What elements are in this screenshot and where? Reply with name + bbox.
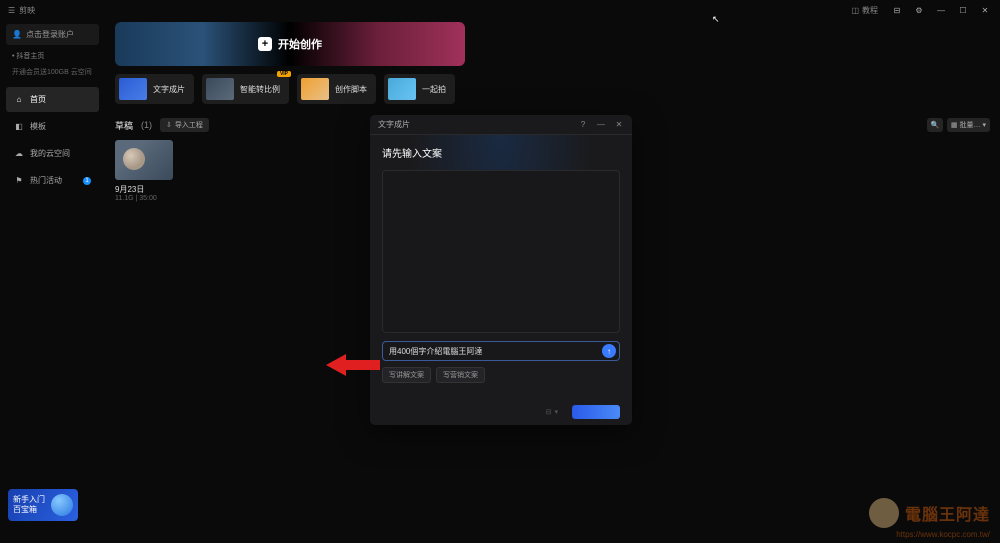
- account-info[interactable]: • 抖音主页: [6, 49, 99, 63]
- feature-thumb: [301, 78, 329, 100]
- modal-secondary-button[interactable]: ⊟ ▾: [538, 405, 566, 419]
- grid-icon: ▦: [951, 121, 958, 129]
- modal-footer: ⊟ ▾: [370, 399, 632, 425]
- feature-label: 一起拍: [422, 84, 446, 95]
- text-to-video-modal: 文字成片 ? — ✕ 请先输入文案 ↑ 写讲解文案 写营销文案 ⊟ ▾: [370, 115, 632, 425]
- feature-thumb: [388, 78, 416, 100]
- close-icon[interactable]: ✕: [978, 3, 992, 17]
- newbie-promo[interactable]: 新手入门 百宝箱: [8, 489, 78, 521]
- feature-thumb: [119, 78, 147, 100]
- nav-cloud-label: 我的云空间: [30, 148, 70, 159]
- watermark: 電腦王阿達: [869, 498, 990, 528]
- feature-label: 创作脚本: [335, 84, 367, 95]
- feature-shoot-together[interactable]: 一起拍: [384, 74, 455, 104]
- create-label: 开始创作: [278, 36, 322, 52]
- nav-home-label: 首页: [30, 94, 46, 105]
- watermark-url: https://www.kocpc.com.tw/: [896, 530, 990, 539]
- draft-title: 草稿: [115, 119, 133, 132]
- tutorial-label: 教程: [862, 5, 878, 16]
- prompt-input[interactable]: [389, 347, 597, 356]
- watermark-logo: [869, 498, 899, 528]
- chevron-down-icon: ▾: [554, 408, 558, 416]
- feature-script[interactable]: 创作脚本: [297, 74, 376, 104]
- settings-icon: ⊟: [546, 408, 552, 416]
- prompt-input-row: ↑: [382, 341, 620, 361]
- tutorial-icon: ◫: [851, 6, 859, 15]
- arrow-up-icon: ↑: [607, 347, 611, 356]
- nav-badge: 1: [83, 177, 91, 185]
- modal-close-icon[interactable]: ✕: [614, 120, 624, 129]
- chip-explainer[interactable]: 写讲解文案: [382, 367, 431, 383]
- flag-icon: ⚑: [14, 176, 24, 186]
- promo-line1: 新手入门: [13, 495, 45, 505]
- plus-icon: +: [258, 37, 272, 51]
- feature-smart-ratio[interactable]: 智能转比例 VIP: [202, 74, 289, 104]
- import-project-button[interactable]: ⇩ 导入工程: [160, 118, 209, 132]
- send-button[interactable]: ↑: [602, 344, 616, 358]
- nav-home[interactable]: ⌂ 首页: [6, 87, 99, 112]
- draft-count: (1): [141, 120, 152, 130]
- draft-card[interactable]: 9月23日 11.1G | 35:00: [115, 140, 173, 202]
- feature-label: 智能转比例: [240, 84, 280, 95]
- maximize-icon[interactable]: ☐: [956, 3, 970, 17]
- vip-badge: VIP: [277, 71, 291, 77]
- modal-textarea[interactable]: [382, 170, 620, 333]
- tutorial-link[interactable]: ◫ 教程: [847, 5, 882, 16]
- chevron-down-icon: ▾: [982, 121, 986, 129]
- nav-template[interactable]: ◧ 模板: [6, 114, 99, 139]
- sidebar: 👤 点击登录账户 • 抖音主页 开通会员送100GB 云空间 ⌂ 首页 ◧ 模板…: [0, 20, 105, 543]
- view-toggle[interactable]: ▦ 批量… ▾: [947, 118, 990, 132]
- nav-activity-label: 热门活动: [30, 175, 62, 186]
- modal-header-title: 文字成片: [378, 119, 410, 130]
- modal-minimize-icon[interactable]: —: [596, 120, 606, 129]
- draft-thumbnail[interactable]: [115, 140, 173, 180]
- modal-help-icon[interactable]: ?: [578, 120, 588, 129]
- feature-text-to-video[interactable]: 文字成片: [115, 74, 194, 104]
- cloud-icon: ☁: [14, 149, 24, 159]
- home-icon: ⌂: [14, 95, 24, 105]
- promo-orb-icon: [51, 494, 73, 516]
- feature-row: 文字成片 智能转比例 VIP 创作脚本 一起拍: [115, 74, 990, 104]
- feature-thumb: [206, 78, 234, 100]
- modal-header: 文字成片 ? — ✕: [370, 115, 632, 135]
- account-login[interactable]: 👤 点击登录账户: [6, 24, 99, 45]
- annotation-arrow: [326, 352, 380, 378]
- create-banner[interactable]: + 开始创作: [115, 22, 465, 66]
- nav-cloud[interactable]: ☁ 我的云空间: [6, 141, 99, 166]
- import-label: 导入工程: [175, 120, 203, 130]
- minimize-icon[interactable]: —: [934, 3, 948, 17]
- draft-name: 9月23日: [115, 184, 173, 195]
- search-button[interactable]: 🔍: [927, 118, 943, 132]
- modal-title: 请先输入文案: [382, 145, 620, 160]
- modal-primary-button[interactable]: [572, 405, 620, 419]
- feedback-icon[interactable]: ⊟: [890, 3, 904, 17]
- draft-meta: 11.1G | 35:00: [115, 195, 173, 202]
- chip-marketing[interactable]: 写营销文案: [436, 367, 485, 383]
- storage-info[interactable]: 开通会员送100GB 云空间: [6, 65, 99, 85]
- account-login-label: 点击登录账户: [26, 29, 74, 40]
- settings-icon[interactable]: ⚙: [912, 3, 926, 17]
- nav-template-label: 模板: [30, 121, 46, 132]
- watermark-brand: 電腦王阿達: [905, 501, 990, 525]
- cursor-pointer: ↖: [712, 14, 720, 25]
- template-icon: ◧: [14, 122, 24, 132]
- app-name: 剪映: [19, 5, 35, 16]
- promo-line2: 百宝箱: [13, 505, 45, 515]
- suggestion-chips: 写讲解文案 写营销文案: [382, 367, 620, 383]
- feature-label: 文字成片: [153, 84, 185, 95]
- nav-activity[interactable]: ⚑ 热门活动 1: [6, 168, 99, 193]
- view-label: 批量…: [959, 120, 980, 130]
- user-icon: 👤: [12, 30, 22, 39]
- menu-icon[interactable]: ☰: [8, 6, 15, 15]
- import-icon: ⇩: [166, 121, 172, 129]
- search-icon: 🔍: [931, 121, 940, 129]
